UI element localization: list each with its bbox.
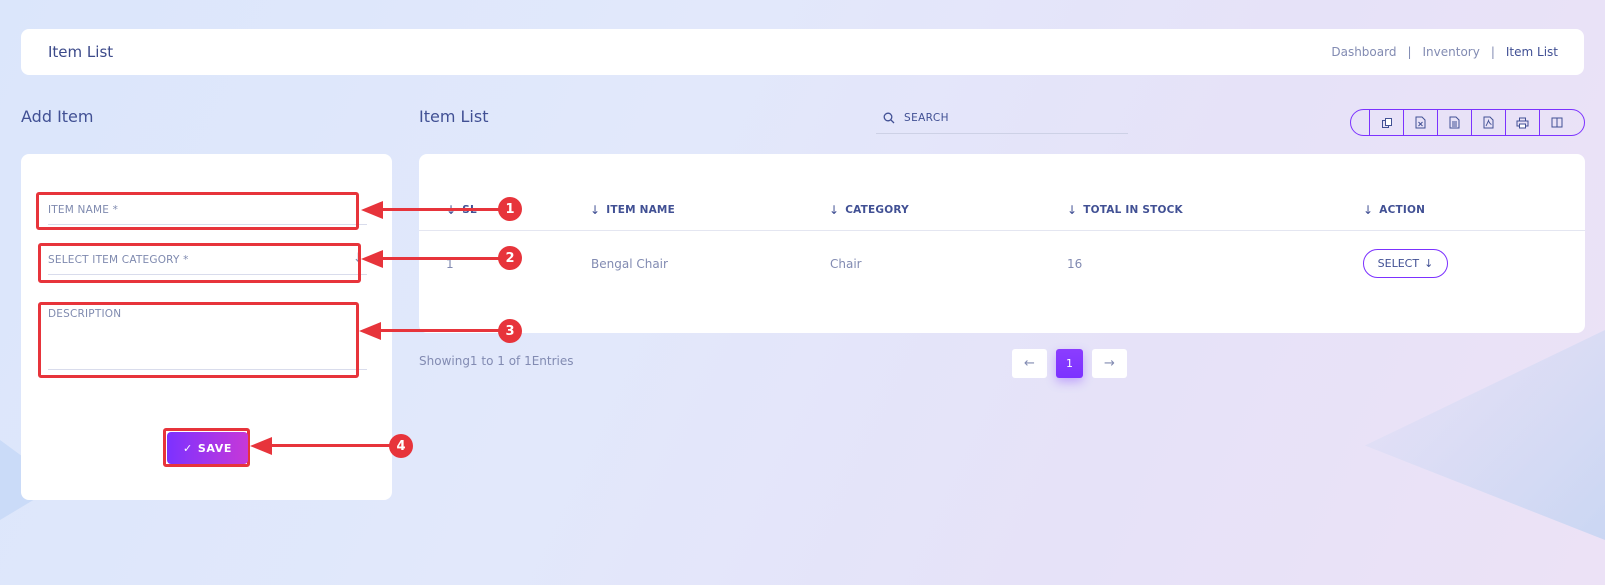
pdf-button[interactable] [1471,110,1505,135]
add-item-title: Add Item [21,107,94,126]
arrow-right-icon: → [1104,356,1115,371]
breadcrumb-separator: | [1407,45,1412,59]
column-header-label: TOTAL IN STOCK [1083,204,1183,216]
page-header: Item List Dashboard | Inventory | Item L… [21,29,1584,75]
annotation-box-3 [38,302,359,378]
column-header-label: CATEGORY [845,204,909,216]
check-icon: ✓ [183,441,193,455]
annotation-arrowhead-2 [361,250,383,268]
background-shape [1365,330,1605,540]
annotation-arrowhead-4 [250,437,272,455]
print-icon [1516,117,1529,128]
arrow-down-icon: ↓ [1363,203,1374,217]
page-title: Item List [48,43,114,61]
select-label: SELECT [1377,257,1420,270]
search-icon [883,112,895,123]
arrow-down-icon: ↓ [590,203,601,217]
annotation-line-3 [379,329,499,332]
annotation-number-3: 3 [498,319,522,343]
arrow-down-icon: ↓ [829,203,840,217]
arrow-down-icon: ↓ [1424,257,1434,270]
pagination-page-1[interactable]: 1 [1056,349,1083,378]
item-list-title: Item List [419,107,489,126]
annotation-box-2 [38,243,361,283]
annotation-line-1 [381,208,499,211]
row-action-select-button[interactable]: SELECT ↓ [1363,249,1448,278]
breadcrumb: Dashboard | Inventory | Item List [1331,45,1558,59]
annotation-box-1 [36,192,359,230]
save-label: SAVE [197,441,232,455]
cell-total-in-stock: 16 [1067,257,1083,271]
page-number: 1 [1066,357,1073,370]
export-button-group [1350,109,1585,136]
column-header-item-name[interactable]: ↓ ITEM NAME [590,203,675,217]
pdf-icon [1483,116,1494,129]
excel-button[interactable] [1403,110,1437,135]
column-header-total-in-stock[interactable]: ↓ TOTAL IN STOCK [1067,203,1183,217]
breadcrumb-dashboard[interactable]: Dashboard [1331,45,1396,59]
csv-icon [1449,116,1460,129]
cell-category: Chair [830,257,862,271]
csv-button[interactable] [1437,110,1471,135]
annotation-arrowhead-3 [359,322,381,340]
excel-icon [1415,116,1426,129]
annotation-line-2 [381,257,499,260]
annotation-number-4: 4 [389,434,413,458]
columns-icon [1551,117,1562,128]
pagination-prev-button[interactable]: ← [1012,349,1047,378]
columns-button[interactable] [1539,110,1573,135]
arrow-down-icon: ↓ [1067,203,1078,217]
annotation-line-4 [270,444,390,447]
annotation-number-1: 1 [498,197,522,221]
search-input[interactable]: SEARCH [876,102,1128,134]
header-divider [419,230,1585,231]
breadcrumb-inventory[interactable]: Inventory [1423,45,1480,59]
item-table: ↓ SL ↓ ITEM NAME ↓ CATEGORY ↓ TOTAL IN S… [419,154,1585,333]
breadcrumb-item-list: Item List [1505,45,1558,59]
column-header-label: ACTION [1379,204,1426,216]
annotation-arrowhead-1 [361,201,383,219]
cell-item-name: Bengal Chair [591,257,668,271]
column-header-label: ITEM NAME [606,204,675,216]
search-placeholder: SEARCH [904,111,949,124]
copy-button[interactable] [1369,110,1403,135]
column-header-action[interactable]: ↓ ACTION [1363,203,1425,217]
arrow-left-icon: ← [1024,356,1035,371]
pagination-next-button[interactable]: → [1092,349,1127,378]
annotation-number-2: 2 [498,246,522,270]
print-button[interactable] [1505,110,1539,135]
save-button[interactable]: ✓ SAVE [167,432,248,464]
column-header-category[interactable]: ↓ CATEGORY [829,203,909,217]
copy-icon [1381,117,1392,128]
entries-info: Showing1 to 1 of 1Entries [419,354,574,368]
breadcrumb-separator: | [1490,45,1495,59]
